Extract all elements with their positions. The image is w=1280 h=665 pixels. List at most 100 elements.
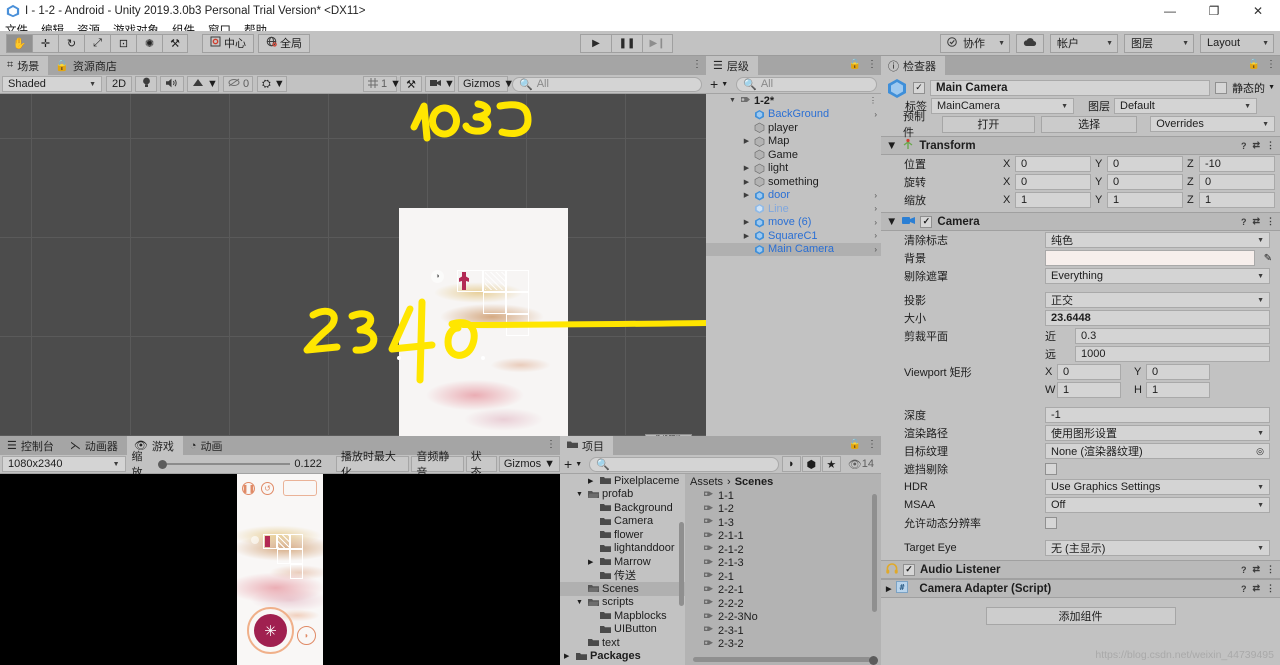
rotation-x-input[interactable]: 0: [1015, 174, 1091, 190]
close-button[interactable]: ✕: [1236, 0, 1280, 22]
camera-component-header[interactable]: ▼ ✓ Camera ? ⇄ ⋮: [881, 212, 1280, 231]
project-folder-[interactable]: 传送: [560, 569, 685, 582]
asset-item-1-1[interactable]: 1-1: [685, 489, 881, 503]
grid-dropdown[interactable]: 1 ▼: [363, 76, 401, 92]
tab-console[interactable]: ☰ 控制台: [0, 436, 63, 455]
help-icon[interactable]: ?: [1241, 217, 1247, 227]
toggle-fx-button[interactable]: ▼: [187, 76, 219, 92]
asset-item-2-2-1[interactable]: 2-2-1: [685, 584, 881, 598]
inspector-tab-controls[interactable]: 🔒 ⋮: [1248, 59, 1276, 70]
size-input[interactable]: 23.6448: [1045, 310, 1270, 326]
project-folder-packages[interactable]: ▶ Packages: [560, 650, 685, 664]
camera-settings-button[interactable]: ▼: [425, 76, 455, 92]
hand-tool-button[interactable]: ✋: [6, 33, 32, 53]
transform-tool-button[interactable]: ✺: [136, 33, 162, 53]
rendering-path-dropdown[interactable]: 使用图形设置 ▼: [1045, 425, 1270, 441]
chevron-down-icon[interactable]: ▼: [886, 140, 897, 152]
zoom-slider[interactable]: [157, 459, 291, 469]
hierarchy-search-input[interactable]: 🔍 All: [736, 76, 877, 92]
chevron-right-icon[interactable]: ▶: [564, 652, 573, 660]
hierarchy-item-squarec1[interactable]: ▶ SquareC1 ›: [706, 229, 881, 243]
project-folder-background[interactable]: Background: [560, 501, 685, 515]
scene-tools-button[interactable]: ⚒: [400, 76, 422, 92]
maximize-button[interactable]: ❐: [1192, 0, 1236, 22]
hierarchy-item-background[interactable]: BackGround ›: [706, 108, 881, 122]
hierarchy-item-main-camera[interactable]: Main Camera ›: [706, 242, 881, 256]
position-z-input[interactable]: -10: [1199, 156, 1275, 172]
add-component-button[interactable]: 添加组件: [985, 607, 1176, 625]
minimize-button[interactable]: —: [1148, 0, 1192, 22]
project-tab-controls[interactable]: 🔒 ⋮: [849, 439, 877, 450]
layer-dropdown[interactable]: Default ▼: [1114, 98, 1257, 114]
play-button[interactable]: ▶: [580, 33, 611, 53]
toggle-lighting-button[interactable]: [135, 76, 157, 92]
position-y-input[interactable]: 0: [1107, 156, 1183, 172]
chevron-right-icon[interactable]: ›: [874, 231, 877, 240]
game-tab-menu[interactable]: ⋮: [546, 439, 556, 450]
asset-item-1-2[interactable]: 1-2: [685, 503, 881, 517]
custom-tool-button[interactable]: ⚒: [162, 33, 188, 53]
project-folder-profab[interactable]: ▼ profab: [560, 488, 685, 502]
target-texture-field[interactable]: None (渲染器纹理) ◎: [1045, 443, 1270, 459]
scale-y-input[interactable]: 1: [1107, 192, 1183, 208]
tab-animation[interactable]: ◔ 动画: [182, 436, 232, 455]
breadcrumb-root[interactable]: Assets: [690, 476, 723, 488]
transform-component-header[interactable]: ▼ Transform ? ⇄ ⋮: [881, 136, 1280, 155]
culling-mask-dropdown[interactable]: Everything ▼: [1045, 268, 1270, 284]
chevron-right-icon[interactable]: ▶: [742, 218, 751, 226]
chevron-right-icon[interactable]: ▶: [742, 191, 751, 199]
gizmos-dropdown[interactable]: Gizmos ▼: [458, 76, 514, 92]
scene-tab-menu[interactable]: ⋮: [692, 59, 702, 70]
dynamic-resolution-checkbox[interactable]: [1045, 517, 1057, 529]
toggle-audio-button[interactable]: [160, 76, 184, 92]
project-folder-camera[interactable]: Camera: [560, 515, 685, 529]
scale-z-input[interactable]: 1: [1199, 192, 1275, 208]
kebab-icon[interactable]: ⋮: [1266, 216, 1275, 227]
kebab-icon[interactable]: ⋮: [869, 96, 877, 105]
scale-x-input[interactable]: 1: [1015, 192, 1091, 208]
occlusion-culling-checkbox[interactable]: [1045, 463, 1057, 475]
shading-mode-dropdown[interactable]: Shaded ▼: [2, 76, 102, 92]
viewport-y-input[interactable]: 0: [1146, 364, 1210, 380]
hierarchy-item-line[interactable]: Line ›: [706, 202, 881, 216]
project-folder-flower[interactable]: flower: [560, 528, 685, 542]
project-folder-scenes[interactable]: Scenes: [560, 582, 685, 596]
object-picker-icon[interactable]: ◎: [1256, 446, 1264, 457]
asset-item-2-1-2[interactable]: 2-1-2: [685, 543, 881, 557]
tag-dropdown[interactable]: MainCamera ▼: [931, 98, 1074, 114]
hierarchy-item-light[interactable]: ▶ light: [706, 162, 881, 176]
hierarchy-scene-root[interactable]: ▼ 1-2* ⋮: [706, 94, 881, 108]
hierarchy-item-player[interactable]: player: [706, 121, 881, 135]
toggle-2d-button[interactable]: 2D: [106, 76, 132, 92]
transform-header-buttons[interactable]: ? ⇄ ⋮: [1241, 140, 1275, 151]
background-color-swatch[interactable]: [1045, 250, 1255, 266]
viewport-x-input[interactable]: 0: [1057, 364, 1121, 380]
layers-dropdown[interactable]: 图层 ▼: [1124, 33, 1194, 53]
position-x-input[interactable]: 0: [1015, 156, 1091, 172]
project-folder-lightanddoor[interactable]: lightanddoor: [560, 542, 685, 556]
filter-by-type-button[interactable]: ◗: [781, 456, 801, 472]
project-folder-pixelplaceme[interactable]: ▶ Pixelplaceme: [560, 474, 685, 488]
chevron-down-icon[interactable]: ▼: [576, 599, 585, 606]
msaa-dropdown[interactable]: Off ▼: [1045, 497, 1270, 513]
pivot-mode-button[interactable]: 中心: [202, 33, 254, 53]
chevron-right-icon[interactable]: ▶: [588, 477, 597, 485]
projection-dropdown[interactable]: 正交 ▼: [1045, 292, 1270, 308]
audio-listener-buttons[interactable]: ? ⇄ ⋮: [1241, 564, 1275, 575]
mute-audio-button[interactable]: 音频静音: [411, 451, 464, 479]
hierarchy-item-door[interactable]: ▶ door ›: [706, 189, 881, 203]
hierarchy-item-something[interactable]: ▶ something: [706, 175, 881, 189]
chevron-down-icon[interactable]: ▼: [576, 491, 585, 498]
project-folder-tree[interactable]: ▶ Pixelplaceme ▼ profab Background Camera flow…: [560, 474, 685, 665]
game-viewport[interactable]: ❚❚ ↺ ✳ ◗: [0, 474, 560, 665]
preset-icon[interactable]: ⇄: [1252, 583, 1260, 594]
project-folder-text[interactable]: text: [560, 636, 685, 650]
viewport-h-input[interactable]: 1: [1146, 382, 1210, 398]
hdr-dropdown[interactable]: Use Graphics Settings ▼: [1045, 479, 1270, 495]
camera-adapter-buttons[interactable]: ? ⇄ ⋮: [1241, 583, 1275, 594]
project-create-button[interactable]: + ▼: [560, 456, 586, 472]
stats-button[interactable]: 状态: [465, 451, 497, 479]
tab-scene[interactable]: ⌗ 场景: [0, 56, 49, 75]
create-object-button[interactable]: + ▼: [706, 76, 732, 92]
audio-listener-checkbox[interactable]: ✓: [903, 563, 915, 576]
